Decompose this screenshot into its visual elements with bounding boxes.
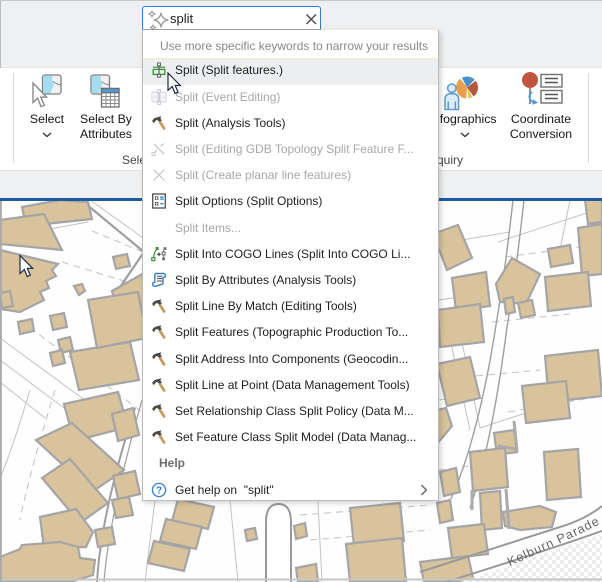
svg-text:?: ? (156, 485, 162, 496)
